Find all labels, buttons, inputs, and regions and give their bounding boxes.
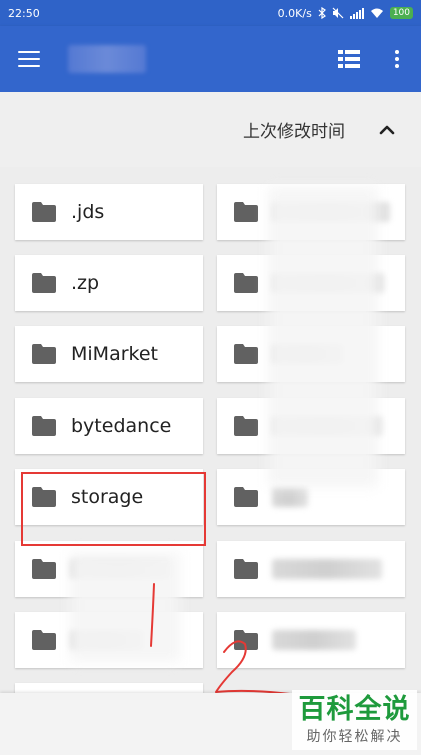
watermark: 百科全说 助你轻松解决 bbox=[292, 690, 417, 750]
watermark-title: 百科全说 bbox=[298, 694, 411, 725]
handwritten-annotation bbox=[150, 583, 411, 755]
file-manager-screen: 22:50 0.0K/s 100 上次修改时间 .jds .zp MiMarke… bbox=[0, 0, 421, 755]
watermark-subtitle: 助你轻松解决 bbox=[306, 729, 403, 745]
